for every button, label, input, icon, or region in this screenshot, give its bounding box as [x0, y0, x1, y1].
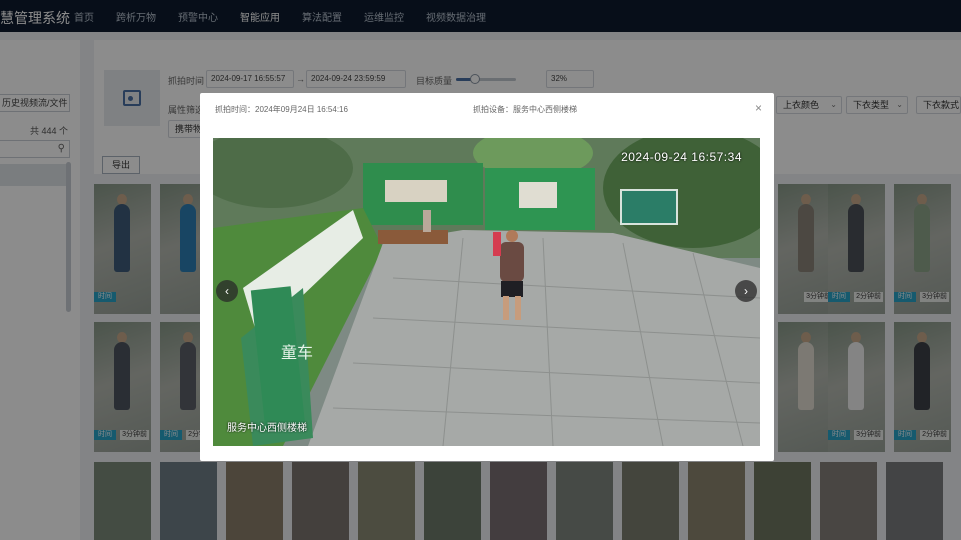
video-timestamp: 2024-09-24 16:57:34 — [621, 150, 742, 164]
notice-board — [385, 180, 447, 202]
capture-time-text: 抓拍时间：2024年09月24日 16:54:16 — [215, 105, 348, 114]
chevron-right-icon[interactable]: › — [735, 280, 757, 302]
person-leg — [503, 296, 509, 320]
notice-board — [519, 182, 557, 208]
paved-plaza — [308, 230, 760, 446]
person-leg — [515, 296, 521, 320]
capture-detail-modal: 抓拍时间：2024年09月24日 16:54:16 抓拍设备：服务中心西侧楼梯 … — [200, 93, 774, 461]
flower-bed — [378, 230, 448, 244]
close-icon[interactable]: × — [755, 101, 762, 115]
person-shirt — [500, 242, 524, 282]
person-shorts — [501, 281, 523, 297]
person-head — [506, 230, 518, 242]
park-map-sign — [620, 189, 678, 225]
kiosk-sign-text: 童车 — [281, 343, 313, 362]
video-location: 服务中心西侧楼梯 — [227, 423, 307, 434]
chevron-left-icon[interactable]: ‹ — [216, 280, 238, 302]
capture-device-text: 抓拍设备：服务中心西侧楼梯 — [473, 105, 577, 114]
capture-image-viewer: 童车 2024-09-24 16:57:34 服务中心西侧楼梯 ‹ › — [213, 138, 760, 446]
background-person — [423, 210, 431, 232]
surveillance-scene: 童车 — [213, 138, 760, 446]
child-figure — [493, 232, 501, 256]
